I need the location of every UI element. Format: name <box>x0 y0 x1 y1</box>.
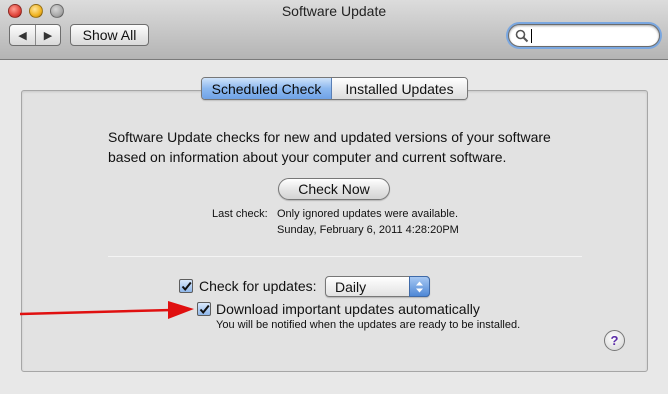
back-arrow-icon: ◀ <box>18 29 27 42</box>
description-line: based on information about your computer… <box>108 149 507 165</box>
text-caret <box>531 29 532 43</box>
update-frequency-value: Daily <box>335 279 367 295</box>
tab-bar: Scheduled Check Installed Updates <box>201 77 468 100</box>
popup-arrows-icon <box>409 276 430 297</box>
last-check-label: Last check: <box>212 208 268 220</box>
back-button[interactable]: ◀ <box>10 25 35 45</box>
forward-arrow-icon: ▶ <box>43 29 53 42</box>
tab-scheduled-check[interactable]: Scheduled Check <box>202 78 332 99</box>
help-button[interactable]: ? <box>604 330 625 351</box>
description-text: Software Update checks for new and updat… <box>108 127 588 167</box>
back-forward-control: ◀ ▶ <box>9 24 61 46</box>
update-frequency-select[interactable]: Daily <box>325 276 430 297</box>
download-automatically-label[interactable]: Download important updates automatically <box>216 301 480 317</box>
description-line: Software Update checks for new and updat… <box>108 129 551 145</box>
download-automatically-checkbox[interactable] <box>197 302 211 316</box>
check-now-button[interactable]: Check Now <box>278 178 390 200</box>
checkmark-icon <box>181 281 192 291</box>
search-input[interactable] <box>531 27 651 44</box>
window-title: Software Update <box>281 3 387 19</box>
title-bar: Software Update ◀ ▶ Show All <box>0 0 668 60</box>
download-note: You will be notified when the updates ar… <box>216 319 521 331</box>
forward-button[interactable]: ▶ <box>35 25 60 45</box>
show-all-button[interactable]: Show All <box>70 24 149 46</box>
last-check-status: Only ignored updates were available. <box>277 208 459 220</box>
last-check-date: Sunday, February 6, 2011 4:28:20PM <box>277 224 459 236</box>
tab-installed-updates[interactable]: Installed Updates <box>332 78 467 99</box>
checkmark-icon <box>199 304 210 314</box>
search-field[interactable] <box>508 24 660 47</box>
check-for-updates-label[interactable]: Check for updates: <box>199 278 317 294</box>
check-for-updates-checkbox[interactable] <box>179 279 193 293</box>
divider <box>108 256 582 257</box>
search-icon <box>515 29 529 43</box>
